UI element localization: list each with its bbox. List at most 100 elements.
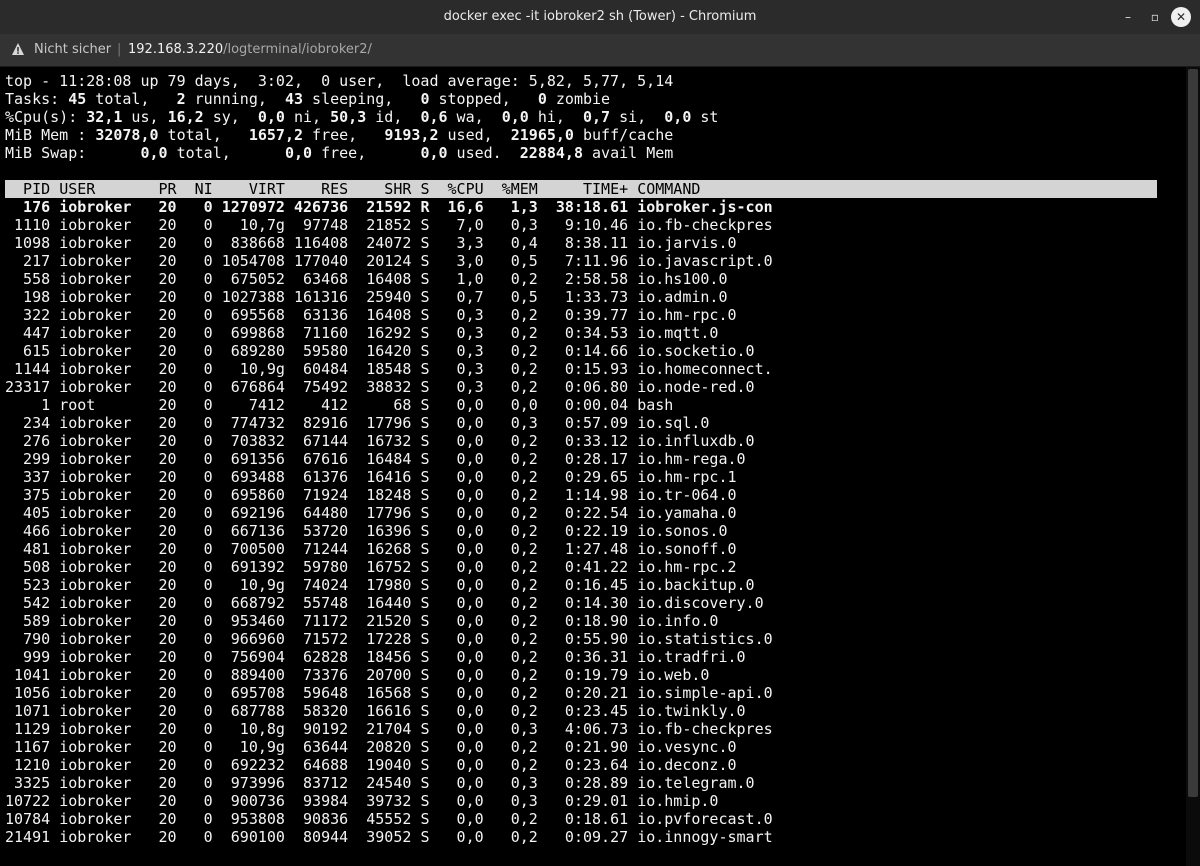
close-button[interactable]: ✕ (1171, 7, 1191, 27)
cell-time: 0:39.77 (546, 306, 629, 324)
cell-user: iobroker (59, 630, 132, 648)
cell-user: iobroker (59, 540, 132, 558)
cell-s: S (420, 810, 430, 828)
summary-text: MiB Swap: (5, 144, 141, 162)
cell-pr: 20 (140, 288, 177, 306)
summary-value: 32,1 (86, 108, 123, 126)
cell-user: iobroker (59, 522, 132, 540)
cell-mem: 0,2 (492, 468, 538, 486)
cell-user: iobroker (59, 666, 132, 684)
cell-res: 83712 (294, 774, 349, 792)
cell-ni: 0 (185, 216, 213, 234)
process-row: 322 iobroker 20 0 695568 63136 16408 S 0… (5, 306, 1157, 324)
cell-time: 0:28.17 (546, 450, 629, 468)
maximize-button[interactable]: ▫ (1145, 7, 1165, 27)
summary-text: us, (122, 108, 168, 126)
cell-virt: 10,8g (221, 720, 285, 738)
summary-text: wa, (447, 108, 502, 126)
cell-shr: 68 (357, 396, 412, 414)
cell-ni: 0 (185, 756, 213, 774)
cell-virt: 693488 (221, 468, 285, 486)
cell-user: iobroker (59, 432, 132, 450)
cell-command: bash (637, 396, 674, 414)
row-content: 523 iobroker 20 0 10,9g 74024 17980 S 0,… (5, 576, 755, 594)
cell-mem: 0,2 (492, 360, 538, 378)
cell-pid: 615 (5, 342, 51, 360)
cell-res: 53720 (294, 522, 349, 540)
cell-cpu: 0,0 (438, 450, 484, 468)
cell-time: 0:14.30 (546, 594, 629, 612)
process-row: 234 iobroker 20 0 774732 82916 17796 S 0… (5, 414, 1157, 432)
cell-ni: 0 (185, 594, 213, 612)
cell-pr: 20 (140, 720, 177, 738)
summary-value: 2 (176, 90, 186, 108)
summary-text: total, (167, 144, 285, 162)
summary-text: sy, (203, 108, 258, 126)
cell-cpu: 0,3 (438, 360, 484, 378)
process-row: 1144 iobroker 20 0 10,9g 60484 18548 S 0… (5, 360, 1157, 378)
cell-cpu: 0,0 (438, 666, 484, 684)
process-row: 523 iobroker 20 0 10,9g 74024 17980 S 0,… (5, 576, 1157, 594)
terminal-output[interactable]: top - 11:28:08 up 79 days, 3:02, 0 user,… (0, 67, 1186, 866)
summary-line: top - 11:28:08 up 79 days, 3:02, 0 user,… (5, 72, 1157, 90)
cell-command: io.innogy-smart (637, 828, 773, 846)
cell-ni: 0 (185, 648, 213, 666)
cell-cpu: 7,0 (438, 216, 484, 234)
warning-icon[interactable] (11, 41, 25, 57)
cell-mem: 1,3 (492, 198, 538, 216)
url-field[interactable]: 192.168.3.220/logterminal/iobroker2/ (128, 42, 372, 57)
column-header: TIME+ (546, 180, 629, 198)
row-content: 1041 iobroker 20 0 889400 73376 20700 S … (5, 666, 709, 684)
summary-line: MiB Swap: 0,0 total, 0,0 free, 0,0 used.… (5, 144, 1157, 162)
cell-pid: 10722 (5, 792, 51, 810)
process-row: 1056 iobroker 20 0 695708 59648 16568 S … (5, 684, 1157, 702)
cell-cpu: 0,3 (438, 324, 484, 342)
cell-pr: 20 (140, 198, 177, 216)
cell-command: io.hm-rpc.2 (637, 558, 737, 576)
scrollbar-thumb[interactable] (1188, 69, 1198, 797)
cell-pid: 198 (5, 288, 51, 306)
cell-time: 0:55.90 (546, 630, 629, 648)
cell-res: 93984 (294, 792, 349, 810)
security-label[interactable]: Nicht sicher (34, 42, 111, 57)
row-content: 1167 iobroker 20 0 10,9g 63644 20820 S 0… (5, 738, 737, 756)
summary-value: 0,0 (284, 144, 313, 162)
cell-pr: 20 (140, 594, 177, 612)
process-row: 790 iobroker 20 0 966960 71572 17228 S 0… (5, 630, 1157, 648)
cell-s: S (420, 720, 430, 738)
cell-s: S (420, 522, 430, 540)
cell-pr: 20 (140, 648, 177, 666)
cell-res: 63644 (294, 738, 349, 756)
cell-pid: 234 (5, 414, 51, 432)
column-header: PR (140, 180, 177, 198)
cell-res: 116408 (294, 234, 349, 252)
summary-text: total, (86, 90, 177, 108)
column-header: USER (59, 180, 132, 198)
address-bar[interactable]: Nicht sicher | 192.168.3.220/logterminal… (0, 34, 1200, 67)
cell-virt: 691356 (221, 450, 285, 468)
minimize-button[interactable]: – (1118, 7, 1138, 27)
cell-user: iobroker (59, 468, 132, 486)
cell-ni: 0 (185, 468, 213, 486)
cell-res: 74024 (294, 576, 349, 594)
cell-pr: 20 (140, 684, 177, 702)
cell-command: io.hm-rega.0 (637, 450, 746, 468)
summary-text: %Cpu(s): (5, 108, 87, 126)
cell-res: 59780 (294, 558, 349, 576)
cell-shr: 20700 (357, 666, 412, 684)
cell-command: iobroker.js-con (637, 198, 773, 216)
cell-shr: 20124 (357, 252, 412, 270)
cell-s: S (420, 612, 430, 630)
cell-time: 7:11.96 (546, 252, 629, 270)
cell-ni: 0 (185, 504, 213, 522)
cell-pid: 23317 (5, 378, 51, 396)
cell-cpu: 0,0 (438, 828, 484, 846)
summary-value: 0,0 (257, 108, 285, 126)
cell-time: 0:14.66 (546, 342, 629, 360)
cell-pr: 20 (140, 234, 177, 252)
row-content: 276 iobroker 20 0 703832 67144 16732 S 0… (5, 432, 755, 450)
cell-s: S (420, 306, 430, 324)
cell-pr: 20 (140, 270, 177, 288)
cell-pid: 1071 (5, 702, 51, 720)
cell-command: io.socketio.0 (637, 342, 755, 360)
